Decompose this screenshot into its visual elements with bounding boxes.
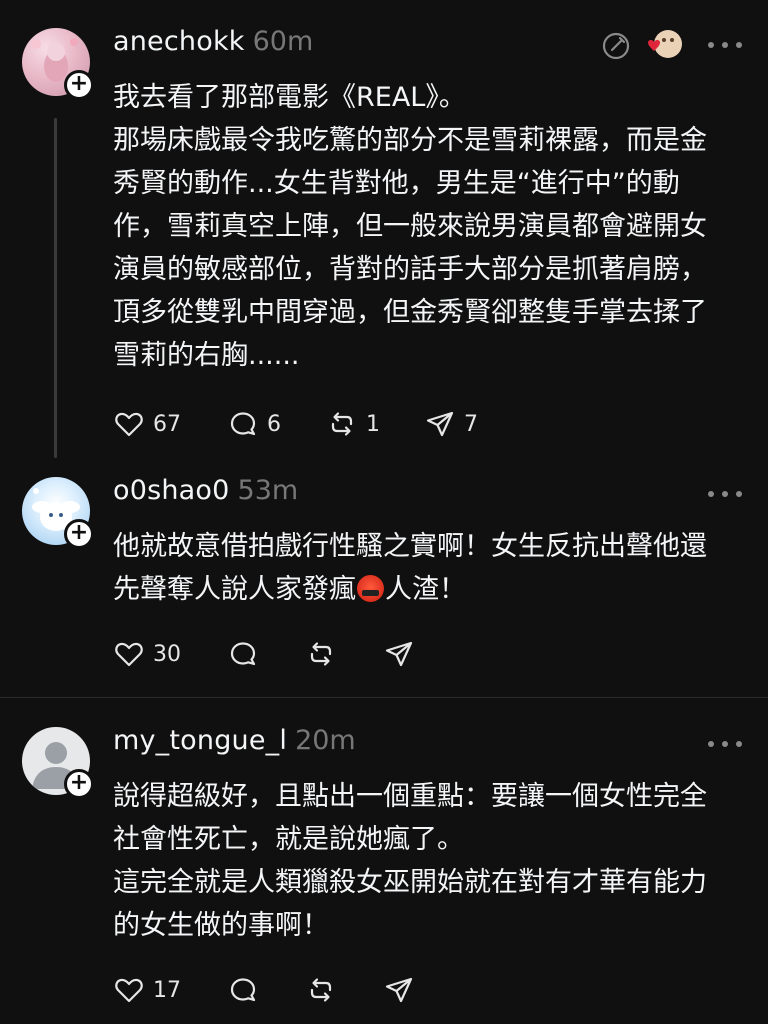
like-count: 17 xyxy=(153,977,181,1003)
post-text-line: 演員的敏感部位，背對的話手大部分是抓著肩膀， xyxy=(113,254,707,285)
repost-icon xyxy=(310,642,332,666)
post: + o0shao0 53m 他就故意借拍戲行性騷之實啊！女生反抗出聲他還 先聲奪… xyxy=(0,462,768,698)
post-text-line: 他就故意借拍戲行性騷之實啊！女生反抗出聲他還 xyxy=(113,531,707,562)
avatar-container[interactable]: + xyxy=(22,477,94,549)
more-icon[interactable] xyxy=(708,40,742,50)
post-text-line: 這完全就是人類獵殺女巫開始就在對有才華有能力 xyxy=(113,867,707,898)
timestamp: 60m xyxy=(252,26,314,57)
post-text-line: 的女生做的事啊！ xyxy=(113,910,329,941)
post-text-line: 頂多從雙乳中間穿過，但金秀賢卻整隻手掌去揉了 xyxy=(113,297,707,328)
repost-button[interactable] xyxy=(305,637,383,671)
comment-icon xyxy=(230,642,256,666)
more-icon[interactable] xyxy=(708,739,742,749)
edit-icon[interactable] xyxy=(600,30,632,62)
post: + anechokk 60m 我去看了那部電影《REAL》。 那場床戲最令我吃驚… xyxy=(0,0,768,462)
comment-icon xyxy=(230,978,256,1002)
post-text-line: 作，雪莉真空上陣，但一般來說男演員都會避開女 xyxy=(113,211,707,242)
comment-icon xyxy=(230,412,256,436)
reply-count: 6 xyxy=(267,411,281,437)
share-icon xyxy=(426,411,454,437)
share-button[interactable] xyxy=(383,973,463,1007)
reply-button[interactable] xyxy=(227,637,305,671)
share-icon xyxy=(385,977,413,1003)
post-body: 我去看了那部電影《REAL》。 那場床戲最令我吃驚的部分不是雪莉裸露，而是金 秀… xyxy=(113,76,753,377)
like-button[interactable]: 67 xyxy=(113,407,227,441)
repost-icon xyxy=(331,412,353,436)
like-button[interactable]: 30 xyxy=(113,637,227,671)
reaction-avatars[interactable] xyxy=(644,28,684,64)
angry-face-icon xyxy=(357,575,384,602)
avatar-container[interactable]: + xyxy=(22,28,94,100)
post-actions: 30 xyxy=(113,637,463,671)
post-text-segment: 先聲奪人說人家發瘋 xyxy=(113,574,356,605)
post-header: anechokk 60m xyxy=(113,26,313,66)
follow-plus-icon[interactable]: + xyxy=(64,70,94,100)
heart-icon xyxy=(115,412,143,437)
repost-button[interactable] xyxy=(305,973,383,1007)
post-text-line: 我去看了那部電影《REAL》。 xyxy=(113,82,466,113)
post-text-line: 社會性死亡，就是說她瘋了。 xyxy=(113,824,464,855)
heart-icon xyxy=(115,642,143,667)
post-header: my_tongue_l 20m xyxy=(113,725,356,765)
post-text-line: 秀賢的動作...女生背對他，男生是“進行中”的動 xyxy=(113,168,680,199)
username[interactable]: my_tongue_l xyxy=(113,725,287,756)
avatar-container[interactable]: + xyxy=(22,727,94,799)
heart-icon xyxy=(115,978,143,1003)
timestamp: 20m xyxy=(295,725,356,756)
follow-plus-icon[interactable]: + xyxy=(64,769,94,799)
thread-line xyxy=(54,118,57,458)
post-text-segment: 人渣！ xyxy=(385,574,466,605)
reply-button[interactable]: 6 xyxy=(227,407,326,441)
repost-button[interactable]: 1 xyxy=(326,407,424,441)
post-header: o0shao0 53m xyxy=(113,475,298,515)
like-count: 67 xyxy=(153,411,181,437)
follow-plus-icon[interactable]: + xyxy=(64,519,94,549)
username[interactable]: o0shao0 xyxy=(113,475,230,506)
share-button[interactable]: 7 xyxy=(424,407,504,441)
repost-icon xyxy=(310,978,332,1002)
repost-count: 1 xyxy=(366,411,380,437)
share-button[interactable] xyxy=(383,637,463,671)
post-actions: 17 xyxy=(113,973,463,1007)
post: + my_tongue_l 20m 說得超級好，且點出一個重點：要讓一個女性完全… xyxy=(0,699,768,1024)
post-text-line: 說得超級好，且點出一個重點：要讓一個女性完全 xyxy=(113,781,707,812)
post-body: 說得超級好，且點出一個重點：要讓一個女性完全 社會性死亡，就是說她瘋了。 這完全… xyxy=(113,775,753,947)
post-text-line: 先聲奪人說人家發瘋 人渣！ xyxy=(113,568,753,611)
like-count: 30 xyxy=(153,641,181,667)
more-icon[interactable] xyxy=(708,489,742,499)
post-text-line: 那場床戲最令我吃驚的部分不是雪莉裸露，而是金 xyxy=(113,125,707,156)
timestamp: 53m xyxy=(237,475,299,506)
username[interactable]: anechokk xyxy=(113,26,245,57)
share-count: 7 xyxy=(464,411,478,437)
post-body: 他就故意借拍戲行性騷之實啊！女生反抗出聲他還 先聲奪人說人家發瘋 人渣！ xyxy=(113,525,753,611)
share-icon xyxy=(385,641,413,667)
reply-button[interactable] xyxy=(227,973,305,1007)
like-button[interactable]: 17 xyxy=(113,973,227,1007)
post-text-line: 雪莉的右胸...... xyxy=(113,340,300,371)
post-actions: 67 6 1 7 xyxy=(113,407,504,441)
